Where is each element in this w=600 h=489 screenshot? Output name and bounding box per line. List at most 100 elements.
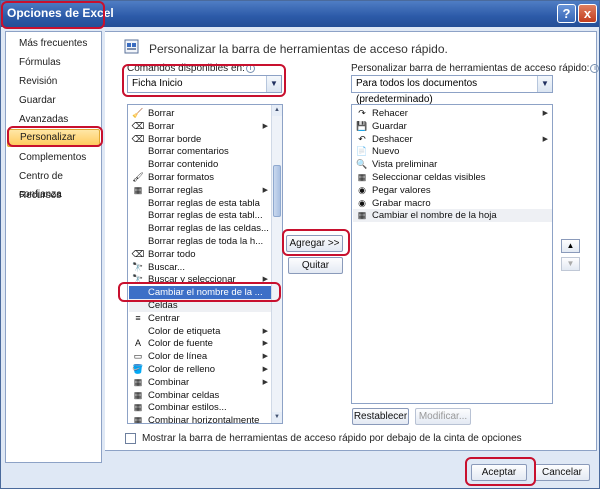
toolbar-item[interactable]: ↷ Rehacer ▶ — [353, 107, 552, 120]
scroll-down-icon[interactable]: ▼ — [272, 412, 282, 423]
chevron-down-icon[interactable]: ▼ — [266, 76, 281, 92]
commands-combo[interactable]: Ficha Inicio ▼ — [127, 75, 282, 93]
sidebar-item-mas-frecuentes[interactable]: Más frecuentes — [7, 35, 100, 53]
modify-button[interactable]: Modificar... — [415, 408, 471, 425]
toolbar-customize-icon — [124, 39, 139, 54]
command-item[interactable]: Borrar reglas de toda la h... — [129, 235, 272, 248]
command-icon: 🔭 — [132, 274, 144, 285]
command-item-label: Borrar reglas — [148, 184, 203, 196]
toolbar-item[interactable]: 🔍 Vista preliminar — [353, 158, 552, 171]
command-icon: ⌫ — [131, 120, 145, 131]
command-item[interactable]: 🪣 Color de relleno ▶ — [129, 363, 272, 376]
close-button[interactable]: x — [578, 4, 597, 23]
command-item[interactable]: Borrar reglas de esta tabla — [129, 197, 272, 210]
command-item[interactable]: ▦ Borrar reglas ▶ — [129, 184, 272, 197]
command-item[interactable]: ▭ Color de línea ▶ — [129, 350, 272, 363]
command-icon: 🖌 — [132, 172, 144, 182]
command-item[interactable]: A Color de fuente ▶ — [129, 337, 272, 350]
command-icon: ≡ — [135, 312, 141, 323]
command-item-label: Combinar estilos... — [148, 402, 227, 414]
command-item[interactable]: Celdas — [129, 299, 272, 312]
submenu-arrow-icon: ▶ — [262, 378, 268, 386]
command-icon: ▦ — [133, 402, 143, 413]
options-dialog: Opciones de Excel ? x Más frecuentes Fór… — [0, 0, 600, 489]
command-icon — [131, 222, 145, 235]
command-icon: ▭ — [133, 351, 143, 362]
commands-combo-value: Ficha Inicio — [132, 78, 183, 89]
command-item[interactable]: Borrar reglas de las celdas... — [129, 222, 272, 235]
move-up-button[interactable]: ▲ — [561, 239, 580, 253]
cancel-button[interactable]: Cancelar — [534, 464, 590, 481]
toolbar-target-label-text: Personalizar barra de herramientas de ac… — [351, 63, 590, 74]
command-icon: ▦ — [133, 376, 143, 387]
sidebar-item-guardar[interactable]: Guardar — [7, 92, 100, 110]
commands-list[interactable]: 🧹 Borrar ⌫ Borrar ▶ ⌫ Borrar borde Borrar comen… — [127, 104, 283, 424]
options-sidebar: Más frecuentes Fórmulas Revisión Guardar… — [5, 31, 102, 463]
move-down-button[interactable]: ▼ — [561, 257, 580, 271]
toolbar-item-label: Seleccionar celdas visibles — [372, 172, 486, 183]
toolbar-item[interactable]: ▦ Seleccionar celdas visibles — [353, 171, 552, 184]
command-item-label: Cambiar el nombre de la ... — [148, 287, 263, 299]
command-item-label: Combinar celdas — [148, 389, 220, 401]
command-item-label: Centrar — [148, 312, 180, 324]
commands-label: Comandos disponibles en: i — [127, 63, 255, 74]
command-item[interactable]: ⌫ Borrar todo — [129, 248, 272, 261]
command-item-label: Borrar reglas de esta tabl... — [148, 210, 263, 222]
command-item[interactable]: ▦ Combinar celdas — [129, 389, 272, 402]
toolbar-item[interactable]: ◉ Grabar macro — [353, 197, 552, 210]
commands-scrollbar[interactable]: ▲ ▼ — [271, 105, 282, 423]
command-item[interactable]: 🧹 Borrar — [129, 107, 272, 120]
command-item[interactable]: ▦ Combinar horizontalmente — [129, 414, 272, 423]
toolbar-item[interactable]: 💾 Guardar — [353, 120, 552, 133]
accept-button[interactable]: Aceptar — [471, 464, 527, 481]
command-item[interactable]: 🔭 Buscar... — [129, 261, 272, 274]
toolbar-item[interactable]: ◉ Pegar valores — [353, 184, 552, 197]
command-item[interactable]: ⌫ Borrar borde — [129, 133, 272, 146]
command-item-label: Color de línea — [148, 351, 208, 363]
command-item-label: Borrar borde — [148, 133, 202, 145]
customize-panel: Personalizar la barra de herramientas de… — [105, 31, 600, 451]
sidebar-item-formulas[interactable]: Fórmulas — [7, 54, 100, 72]
command-item[interactable]: Borrar comentarios — [129, 145, 272, 158]
command-item[interactable]: ▦ Combinar estilos... — [129, 401, 272, 414]
submenu-arrow-icon: ▶ — [542, 135, 548, 143]
command-item[interactable]: ▦ Combinar ▶ — [129, 376, 272, 389]
quick-access-list[interactable]: ↷ Rehacer ▶ 💾 Guardar ↶ Deshacer ▶ 📄 Nuevo 🔍 Vista … — [351, 104, 553, 404]
below-ribbon-label[interactable]: Mostrar la barra de herramientas de acce… — [142, 433, 522, 444]
title-bar[interactable]: Opciones de Excel ? x — [1, 1, 599, 27]
add-button[interactable]: Agregar >> — [286, 235, 343, 252]
sidebar-item-centro-de-confianza[interactable]: Centro de confianza — [7, 168, 100, 200]
sidebar-item-recursos[interactable]: Recursos — [7, 187, 100, 205]
command-item[interactable]: 🔭 Buscar y seleccionar ▶ — [129, 273, 272, 286]
toolbar-item-label: Cambiar el nombre de la hoja — [372, 210, 497, 222]
below-ribbon-checkbox[interactable] — [125, 433, 136, 444]
command-item[interactable]: Borrar contenido — [129, 158, 272, 171]
submenu-arrow-icon: ▶ — [542, 110, 548, 117]
command-icon — [131, 145, 145, 158]
command-item[interactable]: 🖌 Borrar formatos — [129, 171, 272, 184]
sidebar-item-personalizar[interactable]: Personalizar — [7, 129, 100, 147]
command-item[interactable]: ⌫ Borrar ▶ — [129, 120, 272, 133]
command-icon — [131, 286, 145, 299]
scroll-up-icon[interactable]: ▲ — [272, 105, 282, 116]
command-item[interactable]: Borrar reglas de esta tabl... — [129, 209, 272, 222]
command-item-label: Borrar reglas de las celdas... — [148, 223, 269, 235]
command-item[interactable]: Cambiar el nombre de la ... — [129, 286, 272, 300]
command-icon: 💾 — [356, 120, 368, 131]
command-item-label: Borrar contenido — [148, 159, 219, 171]
command-item[interactable]: ≡ Centrar — [129, 312, 272, 325]
reset-button[interactable]: Restablecer — [352, 408, 409, 425]
scroll-thumb[interactable] — [273, 165, 281, 217]
toolbar-item[interactable]: 📄 Nuevo — [353, 145, 552, 158]
help-button[interactable]: ? — [557, 4, 576, 23]
chevron-down-icon[interactable]: ▼ — [537, 76, 552, 92]
remove-button[interactable]: Quitar — [288, 257, 343, 274]
sidebar-item-revision[interactable]: Revisión — [7, 73, 100, 91]
sidebar-item-avanzadas[interactable]: Avanzadas — [7, 111, 100, 129]
toolbar-target-combo[interactable]: Para todos los documentos (predeterminad… — [351, 75, 553, 105]
command-item-label: Borrar formatos — [148, 172, 214, 183]
toolbar-item[interactable]: ▦ Cambiar el nombre de la hoja — [353, 209, 552, 223]
sidebar-item-complementos[interactable]: Complementos — [7, 149, 100, 167]
command-item[interactable]: Color de etiqueta ▶ — [129, 325, 272, 338]
toolbar-item[interactable]: ↶ Deshacer ▶ — [353, 133, 552, 146]
